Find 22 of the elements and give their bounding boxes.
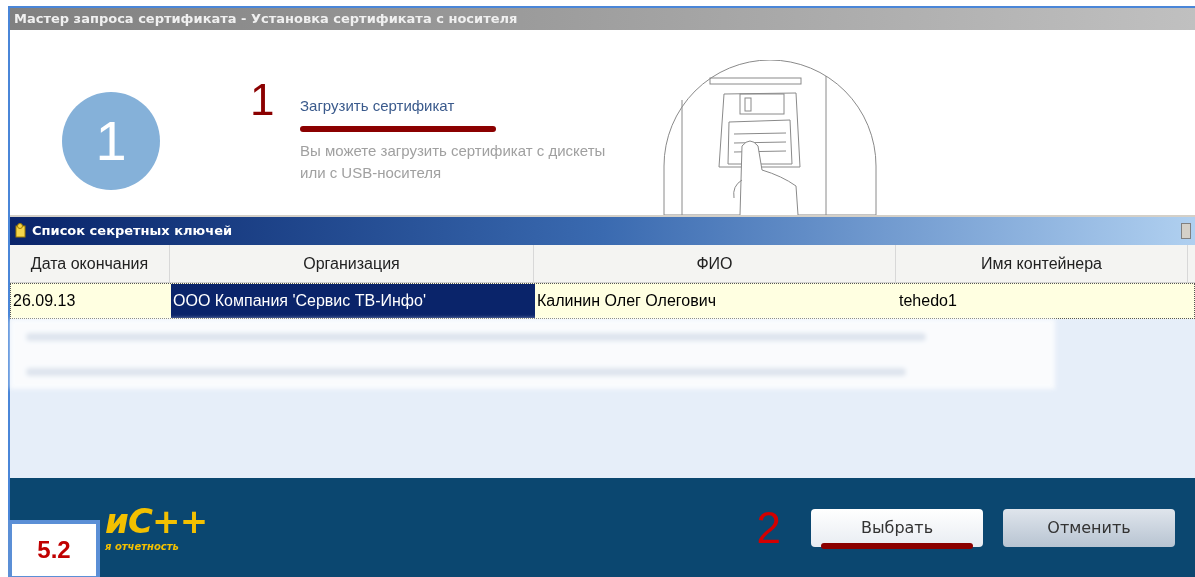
window-title: Мастер запроса сертификата - Установка сертификата с носителя bbox=[14, 10, 518, 29]
logo-tagline: я отчетность bbox=[105, 541, 180, 552]
annotation-number: 2 bbox=[756, 505, 781, 550]
table-cell-text: 26.09.13 bbox=[12, 291, 77, 311]
logo-mark: иС++ bbox=[105, 503, 208, 538]
table-row[interactable]: 26.09.13 ООО Компания 'Сервис ТВ-Инфо' Калинин Олег Олегович tehedo1 bbox=[10, 283, 1195, 319]
select-button[interactable]: Выбрать bbox=[811, 508, 983, 547]
dialog-title: Список секретных ключей bbox=[32, 222, 233, 241]
column-header[interactable]: Имя контейнера bbox=[896, 245, 1188, 282]
figure-badge: 5.2 bbox=[8, 520, 100, 577]
annotation-number: 1 bbox=[250, 78, 275, 122]
column-header[interactable]: Организация bbox=[170, 245, 534, 282]
cancel-button[interactable]: Отменить bbox=[1003, 508, 1175, 547]
minimize-button[interactable] bbox=[1181, 223, 1191, 239]
table-cell: ООО Компания 'Сервис ТВ-Инфо' bbox=[171, 284, 535, 318]
table-cell-text: tehedo1 bbox=[898, 291, 958, 311]
load-certificate-link[interactable]: Загрузить сертификат bbox=[300, 95, 455, 118]
column-header[interactable]: ФИО bbox=[534, 245, 896, 282]
column-header[interactable]: Дата окончания bbox=[10, 245, 170, 282]
key-icon bbox=[14, 223, 28, 239]
table-cell-text: Калинин Олег Олегович bbox=[536, 291, 717, 311]
step-description: Вы можете загрузить сертификат с дискеты или с USB-носителя bbox=[300, 141, 607, 183]
